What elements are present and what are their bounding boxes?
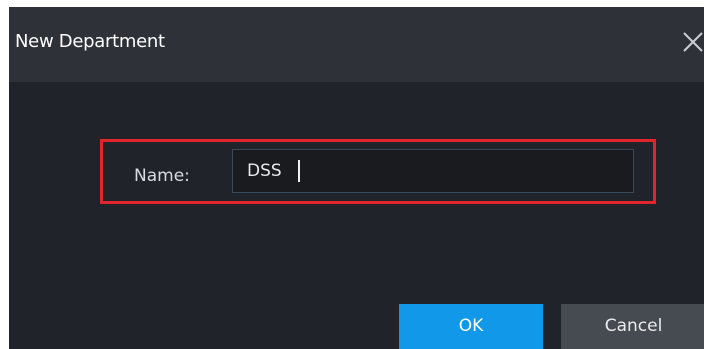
close-icon[interactable] [682, 31, 704, 53]
name-label: Name: [134, 166, 190, 186]
name-input[interactable] [232, 149, 634, 193]
text-caret [298, 160, 300, 182]
new-department-dialog: New Department Name: OK Cancel [9, 7, 704, 349]
dialog-titlebar: New Department [9, 7, 704, 82]
cancel-button[interactable]: Cancel [561, 304, 704, 349]
ok-button[interactable]: OK [399, 304, 543, 349]
dialog-title: New Department [15, 31, 165, 52]
